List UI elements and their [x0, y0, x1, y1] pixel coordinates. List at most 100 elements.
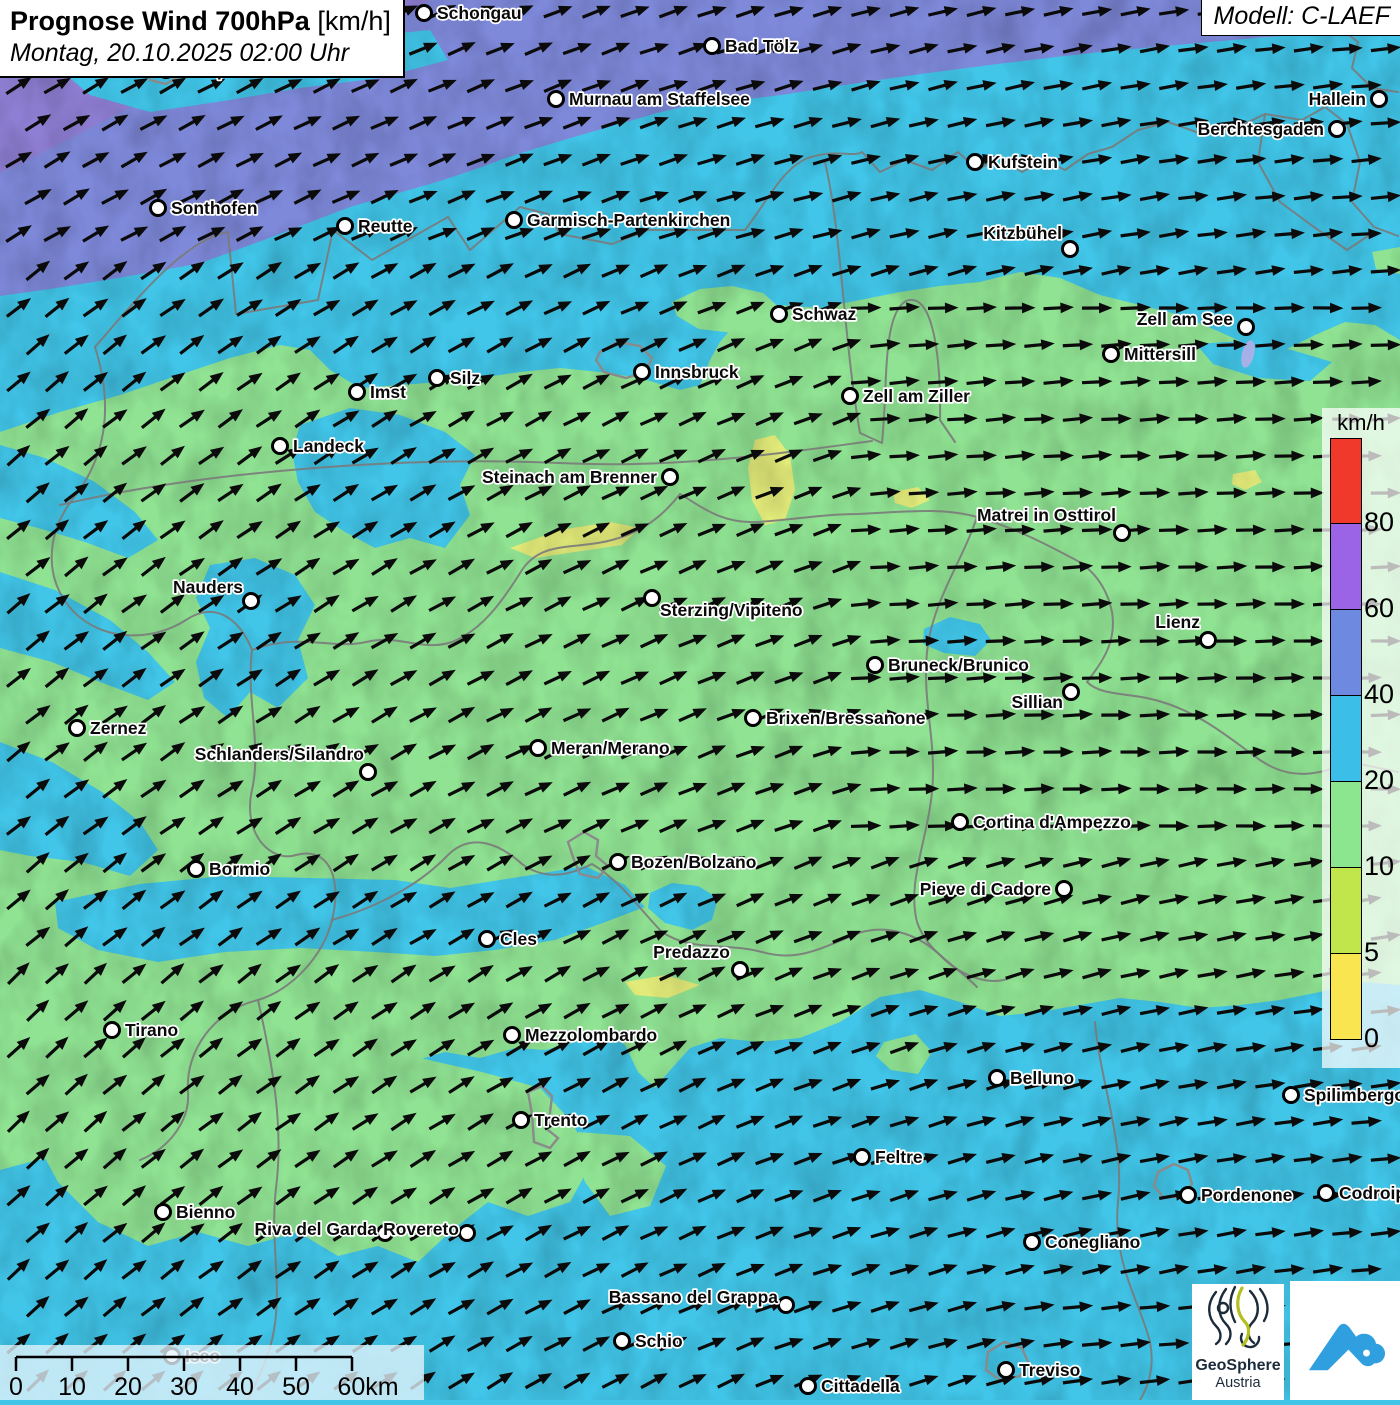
city-codroipo: Codroipo	[1319, 1183, 1400, 1203]
city-marker	[338, 219, 353, 234]
city-marker	[801, 1379, 816, 1394]
legend-tick-label: 40	[1364, 681, 1400, 708]
city-marker	[843, 389, 858, 404]
legend-title: km/h	[1322, 410, 1400, 436]
city-label: Landeck	[293, 436, 364, 456]
city-marker	[868, 658, 883, 673]
city-feltre: Feltre	[855, 1147, 923, 1167]
city-label: Kufstein	[988, 152, 1058, 172]
city-label: Tirano	[125, 1020, 178, 1040]
city-label: Sonthofen	[171, 198, 258, 218]
geosphere-logo-icon	[1202, 1284, 1274, 1352]
city-label: Innsbruck	[655, 362, 739, 382]
scale-bar-label: 30	[170, 1373, 198, 1400]
page-title-unit: [km/h]	[317, 6, 391, 36]
city-marker	[156, 1205, 171, 1220]
city-label: Riva del Garda	[254, 1219, 377, 1239]
city-cles: Cles	[480, 929, 538, 949]
city-marker	[505, 1028, 520, 1043]
city-pieve-di-cadore: Pieve di Cadore	[920, 879, 1072, 899]
page-subtitle-datetime: Montag, 20.10.2025 02:00 Uhr	[10, 39, 391, 68]
legend: km/h 806040201050	[1322, 408, 1400, 1068]
title-box: Prognose Wind 700hPa [km/h] Montag, 20.1…	[0, 0, 405, 78]
city-label: Sillian	[1011, 692, 1063, 712]
legend-segment	[1330, 782, 1362, 868]
city-label: Meran/Merano	[551, 738, 670, 758]
city-marker	[105, 1023, 120, 1038]
scale-bar-label: 50	[282, 1373, 310, 1400]
city-label: Feltre	[875, 1147, 923, 1167]
city-marker	[772, 307, 787, 322]
city-label: Bienno	[176, 1202, 235, 1222]
city-label: Reutte	[358, 216, 413, 236]
scale-bar-label: 10	[58, 1373, 86, 1400]
legend-tick-label: 80	[1364, 509, 1400, 536]
scale-bar: 0102030405060km	[0, 1345, 424, 1400]
city-riva-del-garda: Riva del Garda	[254, 1219, 392, 1241]
city-label: Schongau	[437, 3, 522, 23]
city-label: Cortina d'Ampezzo	[973, 812, 1131, 832]
city-label: Murnau am Staffelsee	[569, 89, 750, 109]
partner-logo-card	[1290, 1281, 1400, 1400]
page-title-main: Prognose Wind 700hPa	[10, 6, 310, 36]
geosphere-logo-name: GeoSphere	[1192, 1358, 1284, 1375]
city-label: Zernez	[90, 718, 147, 738]
legend-segment	[1330, 954, 1362, 1040]
city-label: Spilimbergo	[1304, 1085, 1400, 1105]
city-berchtesgaden: Berchtesgaden	[1198, 119, 1345, 139]
geosphere-logo-country: Austria	[1192, 1375, 1284, 1391]
city-marker	[855, 1150, 870, 1165]
city-marker	[417, 6, 432, 21]
city-label: Belluno	[1010, 1068, 1074, 1088]
city-label: Steinach am Brenner	[482, 467, 657, 487]
scale-bar-label: 20	[114, 1373, 142, 1400]
city-marker	[70, 721, 85, 736]
legend-tick-label: 5	[1364, 939, 1400, 966]
city-marker	[244, 594, 259, 609]
city-silz: Silz	[430, 368, 481, 388]
city-marker	[645, 591, 660, 606]
city-marker	[953, 815, 968, 830]
scale-bar-label: 40	[226, 1373, 254, 1400]
wind-forecast-map-page: { "header": { "title_bold": "Prognose Wi…	[0, 0, 1400, 1400]
legend-segment	[1330, 438, 1362, 524]
city-label: Garmisch-Partenkirchen	[527, 210, 730, 230]
city-label: Pieve di Cadore	[920, 879, 1052, 899]
city-marker	[705, 39, 720, 54]
legend-segment	[1330, 696, 1362, 782]
city-label: Conegliano	[1045, 1232, 1140, 1252]
city-murnau-am-staffelsee: Murnau am Staffelsee	[549, 89, 751, 109]
city-label: Zell am See	[1137, 309, 1234, 329]
city-label: Schlanders/Silandro	[195, 744, 364, 764]
city-label: Bad Tölz	[725, 36, 798, 56]
geosphere-logo-card: GeoSphere Austria	[1192, 1284, 1284, 1400]
city-marker	[1319, 1186, 1334, 1201]
city-marker	[1064, 685, 1079, 700]
legend-segment	[1330, 524, 1362, 610]
city-label: Bormio	[209, 859, 270, 879]
city-marker	[189, 862, 204, 877]
city-marker	[635, 365, 650, 380]
legend-segment	[1330, 868, 1362, 954]
city-marker	[1025, 1235, 1040, 1250]
city-label: Lienz	[1155, 612, 1200, 632]
model-box: Modell: C-LAEF	[1201, 0, 1400, 36]
city-marker	[1181, 1188, 1196, 1203]
city-marker	[430, 371, 445, 386]
city-label: Bruneck/Brunico	[888, 655, 1029, 675]
city-treviso: Treviso	[999, 1360, 1081, 1380]
city-schio: Schio	[615, 1331, 683, 1351]
city-tirano: Tirano	[105, 1020, 179, 1040]
city-marker	[1201, 633, 1216, 648]
city-label: Brixen/Bressanone	[766, 708, 926, 728]
legend-tick-label: 20	[1364, 767, 1400, 794]
city-label: Sterzing/Vipiteno	[660, 600, 803, 620]
city-label: Schio	[635, 1331, 683, 1351]
city-belluno: Belluno	[990, 1068, 1075, 1088]
city-imst: Imst	[350, 382, 407, 402]
city-marker	[1284, 1088, 1299, 1103]
city-marker	[350, 385, 365, 400]
city-label: Mittersill	[1124, 344, 1196, 364]
city-label: Berchtesgaden	[1198, 119, 1324, 139]
city-cortina-d-ampezzo: Cortina d'Ampezzo	[953, 812, 1131, 832]
